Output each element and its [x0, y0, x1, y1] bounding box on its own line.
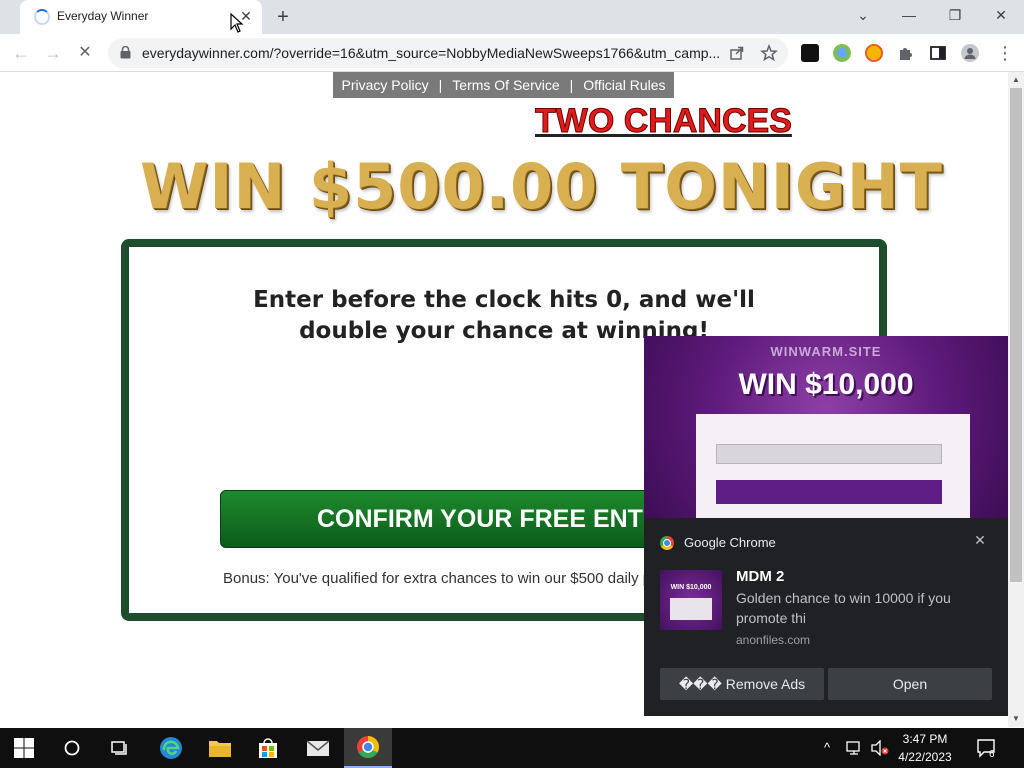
lock-icon [120, 46, 131, 59]
mouse-cursor-icon [230, 13, 244, 33]
open-notification-button[interactable]: Open [828, 668, 992, 700]
notification-thumbnail-text: WIN $10,000 [670, 584, 712, 591]
remove-ads-button[interactable]: ��� Remove Ads [660, 668, 824, 700]
notification-app-name: Google Chrome [684, 535, 776, 550]
loading-spinner-icon [34, 9, 50, 25]
tab-search-button[interactable]: ⌄ [851, 5, 875, 25]
terms-of-service-link[interactable]: Terms Of Service [452, 77, 559, 93]
notification-image-button [716, 480, 942, 504]
file-explorer-icon[interactable] [196, 728, 244, 768]
puzzle-icon[interactable] [897, 44, 915, 62]
screen: Everyday Winner ✕ + ⌄ — ❐ ✕ ← → ✕ everyd… [0, 0, 1024, 768]
official-rules-link[interactable]: Official Rules [583, 77, 665, 93]
forward-button[interactable]: → [42, 42, 64, 64]
search-circle-icon[interactable] [48, 728, 96, 768]
notification-image-form [696, 414, 970, 518]
back-button[interactable]: ← [10, 42, 32, 64]
notification-thumbnail-form [670, 598, 712, 620]
windows-taskbar: ^ 3:47 PM 4/22/2023 6 [0, 728, 1024, 768]
url-text[interactable]: everydaywinner.com/?override=16&utm_sour… [142, 45, 732, 61]
chrome-icon [660, 536, 674, 550]
menu-dots-icon[interactable]: ⋮ [996, 42, 1014, 64]
notification-image-site: WINWARM.SITE [770, 344, 882, 359]
action-center-icon[interactable]: 6 [976, 738, 998, 758]
address-bar[interactable]: everydaywinner.com/?override=16&utm_sour… [108, 38, 788, 68]
tab-strip: Everyday Winner ✕ + ⌄ — ❐ ✕ [0, 0, 1024, 34]
legal-links-bar: Privacy Policy | Terms Of Service | Offi… [333, 72, 674, 98]
side-panel-icon[interactable] [929, 44, 947, 62]
stop-loading-button[interactable]: ✕ [74, 42, 96, 64]
bookmark-star-icon[interactable] [760, 44, 778, 62]
extension-icon[interactable] [801, 44, 819, 62]
profile-icon[interactable] [961, 44, 979, 62]
notification-image: WINWARM.SITE WIN $10,000 [644, 336, 1008, 518]
store-icon[interactable] [244, 728, 292, 768]
clock-time: 3:47 PM [902, 732, 948, 746]
notification-image-field [716, 444, 942, 464]
windows-start-icon[interactable] [0, 728, 48, 768]
close-window-button[interactable]: ✕ [989, 5, 1013, 25]
tab-title: Everyday Winner [57, 9, 149, 23]
privacy-policy-link[interactable]: Privacy Policy [342, 77, 429, 93]
minimize-button[interactable]: — [897, 5, 921, 25]
taskbar-clock[interactable]: 3:47 PM 4/22/2023 [893, 730, 957, 766]
link-separator: | [569, 77, 574, 93]
network-icon[interactable] [846, 740, 864, 756]
edge-icon[interactable] [147, 728, 195, 768]
action-center-count: 6 [989, 749, 995, 758]
page-scrollbar[interactable]: ▲ ▼ [1008, 72, 1024, 727]
notification-close-icon[interactable]: ✕ [972, 532, 988, 548]
chrome-taskbar-icon[interactable] [344, 728, 392, 768]
clock-date: 4/22/2023 [898, 750, 952, 764]
extension-globe-icon[interactable] [833, 44, 851, 62]
new-tab-button[interactable]: + [273, 7, 293, 27]
extension-orange-icon[interactable] [865, 44, 883, 62]
task-view-icon[interactable] [96, 728, 144, 768]
browser-toolbar: ← → ✕ everydaywinner.com/?override=16&ut… [0, 34, 1024, 72]
win-headline: WIN $500.00 TONIGHT [140, 150, 943, 223]
volume-muted-icon[interactable] [870, 740, 890, 756]
notification-title: MDM 2 [736, 568, 785, 585]
chrome-notification: WINWARM.SITE WIN $10,000 Google Chrome ✕… [644, 336, 1008, 716]
notification-thumbnail: WIN $10,000 [660, 570, 722, 630]
notification-source: anonfiles.com [736, 633, 811, 647]
notification-body: Golden chance to win 10000 if you promot… [736, 590, 951, 626]
mail-icon[interactable] [294, 728, 342, 768]
two-chances-banner: TWO CHANCES [535, 102, 793, 141]
browser-tab[interactable]: Everyday Winner ✕ [20, 0, 262, 34]
scroll-down-icon[interactable]: ▼ [1012, 715, 1020, 723]
tray-chevron-icon[interactable]: ^ [824, 740, 830, 756]
share-icon[interactable] [728, 44, 746, 62]
scroll-up-icon[interactable]: ▲ [1012, 76, 1020, 84]
notification-image-headline: WIN $10,000 [738, 368, 914, 401]
link-separator: | [438, 77, 443, 93]
card-text-line: Enter before the clock hits 0, and we'll [253, 287, 755, 313]
restore-button[interactable]: ❐ [943, 5, 967, 25]
scroll-thumb[interactable] [1010, 88, 1022, 582]
